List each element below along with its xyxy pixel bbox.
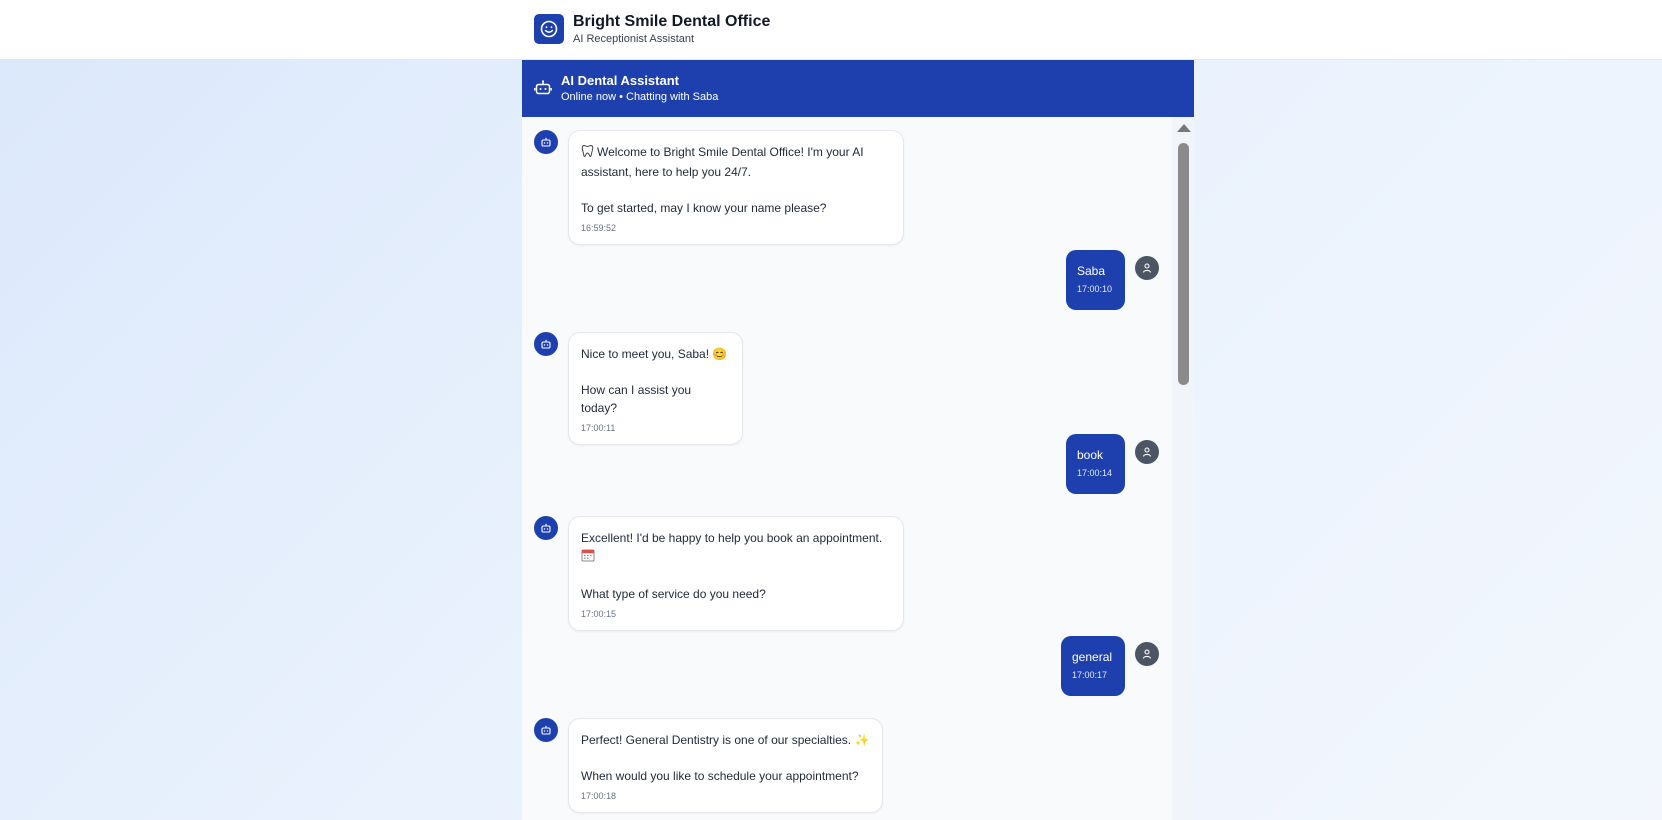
message-timestamp: 16:59:52 [581, 223, 617, 233]
message-text: Nice to meet you, Saba! 😊 [581, 347, 728, 361]
scroll-up-arrow-icon[interactable] [1177, 124, 1191, 132]
message-text: Saba [1077, 264, 1106, 278]
message-text: How can I assist you today? [581, 383, 692, 415]
message-text: What type of service do you need? [581, 587, 766, 601]
bot-avatar [534, 516, 558, 540]
message-text: Welcome to Bright Smile Dental Office! I… [581, 145, 864, 179]
message-list[interactable]: Welcome to Bright Smile Dental Office! I… [522, 117, 1172, 820]
message-text: general [1072, 650, 1113, 664]
chat-header: AI Dental Assistant Online now • Chattin… [522, 60, 1194, 117]
smile-logo-icon [534, 14, 564, 44]
message-text: When would you like to schedule your app… [581, 769, 859, 783]
brand-subtitle: AI Receptionist Assistant [573, 33, 695, 45]
bot-message: Nice to meet you, Saba! 😊 How can I assi… [568, 332, 743, 445]
bot-avatar [534, 130, 558, 154]
message-timestamp: 17:00:10 [1077, 284, 1113, 294]
chat-status: Online now • Chatting with Saba [561, 91, 719, 103]
tooth-icon [581, 144, 594, 163]
user-message: general 17:00:17 [1061, 636, 1125, 696]
brand-title: Bright Smile Dental Office [573, 13, 771, 30]
message-timestamp: 17:00:11 [581, 423, 616, 433]
message-text: To get started, may I know your name ple… [581, 201, 827, 215]
message-timestamp: 17:00:15 [581, 609, 617, 619]
message-timestamp: 17:00:17 [1072, 670, 1108, 680]
app-header: Bright Smile Dental Office AI Receptioni… [0, 0, 1662, 60]
message-text: Perfect! General Dentistry is one of our… [581, 733, 870, 747]
user-avatar [1135, 642, 1159, 666]
bot-avatar [534, 718, 558, 742]
message-timestamp: 17:00:14 [1077, 468, 1113, 478]
bot-message: Welcome to Bright Smile Dental Office! I… [568, 130, 904, 245]
bot-avatar [534, 332, 558, 356]
message-text: Excellent! I'd be happy to help you book… [581, 531, 883, 545]
chat-scrollbar[interactable] [1172, 117, 1194, 820]
user-message: book 17:00:14 [1066, 434, 1125, 494]
user-avatar [1135, 440, 1159, 464]
message-timestamp: 17:00:18 [581, 791, 617, 801]
chat-window: AI Dental Assistant Online now • Chattin… [522, 60, 1194, 820]
bot-message: Perfect! General Dentistry is one of our… [568, 718, 883, 813]
bot-message: Excellent! I'd be happy to help you book… [568, 516, 904, 631]
user-avatar [1135, 256, 1159, 280]
calendar-icon [581, 548, 595, 567]
robot-icon [534, 79, 552, 102]
scrollbar-thumb[interactable] [1178, 143, 1189, 385]
user-message: Saba 17:00:10 [1066, 250, 1125, 310]
chat-title: AI Dental Assistant [561, 73, 679, 88]
message-text: book [1077, 448, 1104, 462]
